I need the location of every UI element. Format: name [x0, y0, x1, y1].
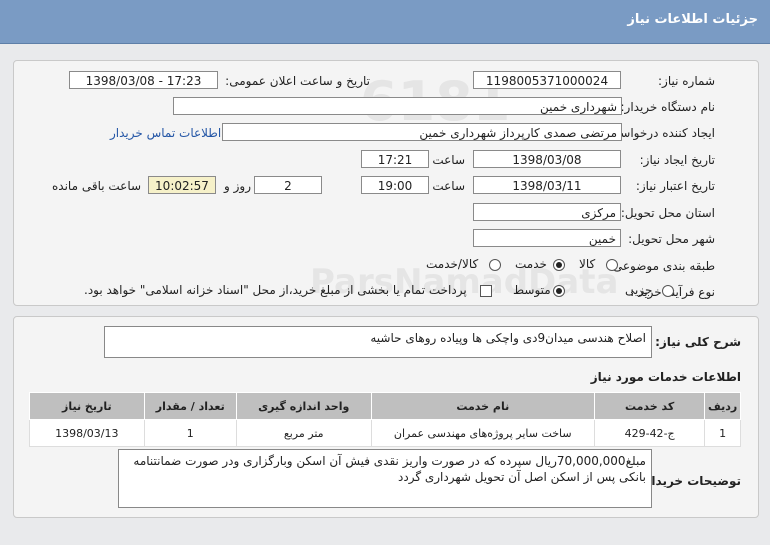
validity-time-label: ساعت	[432, 179, 465, 193]
table-row: 1 ج-42-429 ساخت سایر پروژه‌های مهندسی عم…	[29, 419, 741, 447]
page-title: جزئیات اطلاعات نیاز	[627, 12, 758, 27]
services-section-title: اطلاعات خدمات مورد نیاز	[590, 370, 741, 384]
buyer-org-label: نام دستگاه خریدار:	[620, 100, 716, 114]
validity-date-field: 1398/03/11	[473, 176, 621, 194]
category-goods-label: کالا	[579, 257, 596, 271]
process-medium-radio[interactable]	[553, 285, 565, 297]
process-minor-radio[interactable]	[662, 285, 674, 297]
process-minor-label: جزیی	[625, 283, 653, 297]
treasury-payment-note: پرداخت تمام یا بخشی از مبلغ خرید،از محل …	[84, 283, 467, 297]
delivery-city-field: خمین	[473, 229, 621, 247]
category-goods-service-radio[interactable]	[489, 259, 501, 271]
buyer-notes-field: مبلغ70,000,000ریال سپرده که در صورت واری…	[118, 449, 652, 508]
page-header: جزئیات اطلاعات نیاز	[0, 0, 770, 44]
cell-service-name: ساخت سایر پروژه‌های مهندسی عمران	[370, 419, 596, 447]
create-time-field: 17:21	[361, 150, 429, 168]
category-service-label: خدمت	[515, 257, 547, 271]
col-service-name: نام خدمت	[370, 392, 596, 420]
cell-unit: متر مربع	[235, 419, 372, 447]
announce-datetime-label: تاریخ و ساعت اعلان عمومی:	[225, 74, 370, 88]
buyer-org-field: شهرداری خمین	[173, 97, 622, 115]
buyer-notes-label: توضیحات خریدار:	[639, 474, 741, 488]
delivery-province-field: مرکزی	[473, 203, 621, 221]
remaining-time-label: ساعت باقی مانده	[52, 179, 142, 193]
create-date-label: تاریخ ایجاد نیاز:	[639, 153, 715, 167]
announce-datetime-field: 1398/03/08 - 17:23	[69, 71, 218, 89]
remaining-days-label: روز و	[224, 179, 251, 193]
category-goods-radio[interactable]	[606, 259, 618, 271]
cell-need-date: 1398/03/13	[29, 419, 145, 447]
category-goods-service-label: کالا/خدمت	[426, 257, 479, 271]
cell-service-code: ج-42-429	[594, 419, 706, 447]
category-label: طبقه بندی موضوعی:	[608, 259, 715, 273]
process-medium-label: متوسط	[513, 283, 551, 297]
remaining-time-field: 10:02:57	[148, 176, 216, 194]
category-service-radio[interactable]	[553, 259, 565, 271]
create-date-field: 1398/03/08	[473, 150, 621, 168]
remaining-days-field: 2	[254, 176, 322, 194]
delivery-city-label: شهر محل تحویل:	[628, 232, 715, 246]
buyer-contact-link[interactable]: اطلاعات تماس خریدار	[110, 126, 221, 140]
delivery-province-label: استان محل تحویل:	[620, 206, 715, 220]
create-time-label: ساعت	[432, 153, 465, 167]
col-quantity: تعداد / مقدار	[143, 392, 237, 420]
summary-label: شرح کلی نیاز:	[655, 335, 741, 349]
summary-field: اصلاح هندسی میدان9دی واچکی ها وپیاده روه…	[104, 326, 652, 358]
services-table: ردیف کد خدمت نام خدمت واحد اندازه گیری ت…	[29, 392, 741, 447]
validity-time-field: 19:00	[361, 176, 429, 194]
services-table-header: ردیف کد خدمت نام خدمت واحد اندازه گیری ت…	[29, 392, 741, 420]
validity-date-label: تاریخ اعتبار نیاز:	[635, 179, 715, 193]
col-unit: واحد اندازه گیری	[235, 392, 372, 420]
treasury-payment-checkbox[interactable]	[480, 285, 492, 297]
col-row: ردیف	[704, 392, 741, 420]
need-number-label: شماره نیاز:	[658, 74, 715, 88]
col-service-code: کد خدمت	[594, 392, 706, 420]
cell-row: 1	[704, 419, 741, 447]
cell-quantity: 1	[143, 419, 237, 447]
requester-field: مرتضی صمدی کارپرداز شهرداری خمین	[222, 123, 622, 141]
need-number-field: 1198005371000024	[473, 71, 621, 89]
col-need-date: تاریخ نیاز	[29, 392, 145, 420]
